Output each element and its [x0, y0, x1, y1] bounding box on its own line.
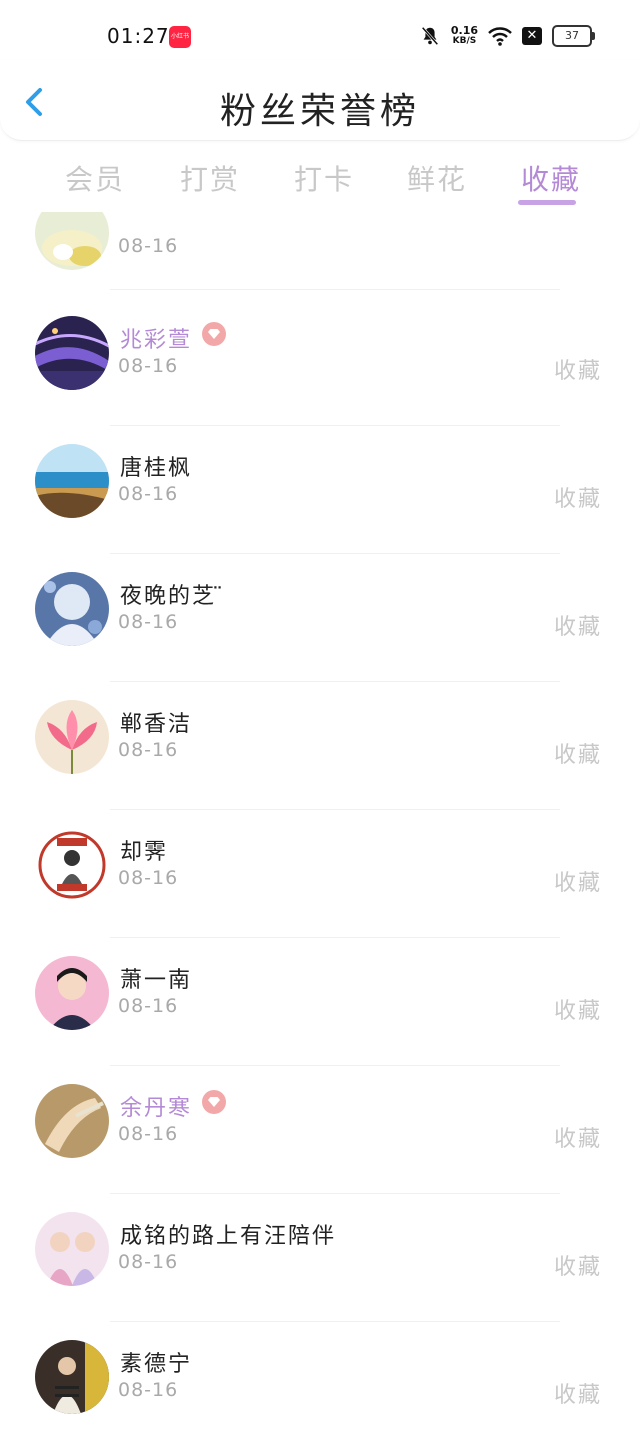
- avatar: [35, 828, 109, 902]
- list-item[interactable]: 素德宁 08-16 收藏: [0, 1322, 640, 1429]
- diamond-vip-icon: [202, 1090, 226, 1114]
- fan-date: 08-16: [118, 355, 179, 377]
- list-item[interactable]: 郸香洁 08-16 收藏: [0, 682, 640, 810]
- list-item[interactable]: 余丹寒 08-16 收藏: [0, 1066, 640, 1194]
- fan-name: 余丹寒: [120, 1096, 193, 1121]
- action-label: 收藏: [553, 1383, 602, 1408]
- divider: [110, 289, 560, 290]
- avatar: [35, 444, 109, 518]
- fan-date: 08-16: [118, 483, 179, 505]
- status-time: 01:27: [107, 24, 170, 48]
- action-label: 收藏: [553, 1127, 602, 1152]
- avatar: [35, 1340, 109, 1414]
- action-label: 收藏: [553, 1255, 602, 1280]
- fan-name: 却霁: [120, 840, 169, 865]
- fan-date: 08-16: [118, 995, 179, 1017]
- list-item[interactable]: 08-16 收藏: [0, 212, 640, 290]
- close-box-icon: ✕: [522, 27, 542, 45]
- fan-date: 08-16: [118, 739, 179, 761]
- tab-checkin[interactable]: 打卡: [294, 158, 354, 198]
- fan-date: 08-16: [118, 1379, 179, 1401]
- fan-name: 唐桂枫: [120, 456, 193, 481]
- fan-name: 萧一南: [120, 968, 193, 993]
- active-tab-indicator: [518, 200, 576, 205]
- tab-reward[interactable]: 打赏: [180, 158, 240, 198]
- status-icons: 0.16 KB/S ✕ 37: [419, 22, 595, 50]
- page-title: 粉丝荣誉榜: [219, 91, 420, 132]
- avatar: [35, 956, 109, 1030]
- fan-date: 08-16: [118, 1251, 179, 1273]
- fan-date: 08-16: [118, 235, 179, 257]
- list-item[interactable]: 唐桂枫 08-16 收藏: [0, 426, 640, 554]
- fan-name: 素德宁: [120, 1352, 193, 1377]
- list-item[interactable]: 成铭的路上有汪陪伴 08-16 收藏: [0, 1194, 640, 1322]
- list-item[interactable]: 萧一南 08-16 收藏: [0, 938, 640, 1066]
- net-speed: 0.16 KB/S: [450, 24, 478, 46]
- avatar: [35, 1084, 109, 1158]
- list-item[interactable]: 兆彩萱 08-16 收藏: [0, 298, 640, 426]
- action-label: 收藏: [553, 871, 602, 896]
- diamond-vip-icon: [202, 322, 226, 346]
- fan-list: 08-16 收藏 兆彩萱 08-16 收藏 唐桂枫 08-16 收藏: [0, 212, 640, 1429]
- tab-flowers[interactable]: 鲜花: [407, 158, 467, 198]
- fan-date: 08-16: [118, 867, 179, 889]
- avatar: [35, 572, 109, 646]
- fan-name: 郸香洁: [120, 712, 193, 737]
- avatar: [35, 316, 109, 390]
- fan-name: 夜晚的芝 ̈: [120, 584, 225, 609]
- fan-name: 成铭的路上有汪陪伴: [120, 1224, 337, 1249]
- app-notification-icon: 小红书: [169, 26, 191, 48]
- action-label: 收藏: [553, 615, 602, 640]
- list-item[interactable]: 却霁 08-16 收藏: [0, 810, 640, 938]
- avatar: [35, 212, 109, 270]
- action-label: 收藏: [553, 999, 602, 1024]
- action-label: 收藏: [553, 743, 602, 768]
- mute-bell-icon: [421, 26, 439, 46]
- fan-name: 兆彩萱: [120, 328, 193, 353]
- tab-bar: 会员 打赏 打卡 鲜花 收藏: [0, 150, 640, 210]
- tab-favorites[interactable]: 收藏: [521, 158, 581, 198]
- wifi-icon: [488, 27, 512, 46]
- tab-membership[interactable]: 会员: [65, 158, 125, 198]
- list-item[interactable]: 夜晚的芝 ̈ 08-16 收藏: [0, 554, 640, 682]
- action-label: 收藏: [553, 359, 602, 384]
- battery-icon: 37: [552, 25, 595, 47]
- top-bar: 粉丝荣誉榜: [0, 60, 640, 141]
- fan-date: 08-16: [118, 1123, 179, 1145]
- fan-date: 08-16: [118, 611, 179, 633]
- avatar: [35, 700, 109, 774]
- action-label: 收藏: [553, 487, 602, 512]
- avatar: [35, 1212, 109, 1286]
